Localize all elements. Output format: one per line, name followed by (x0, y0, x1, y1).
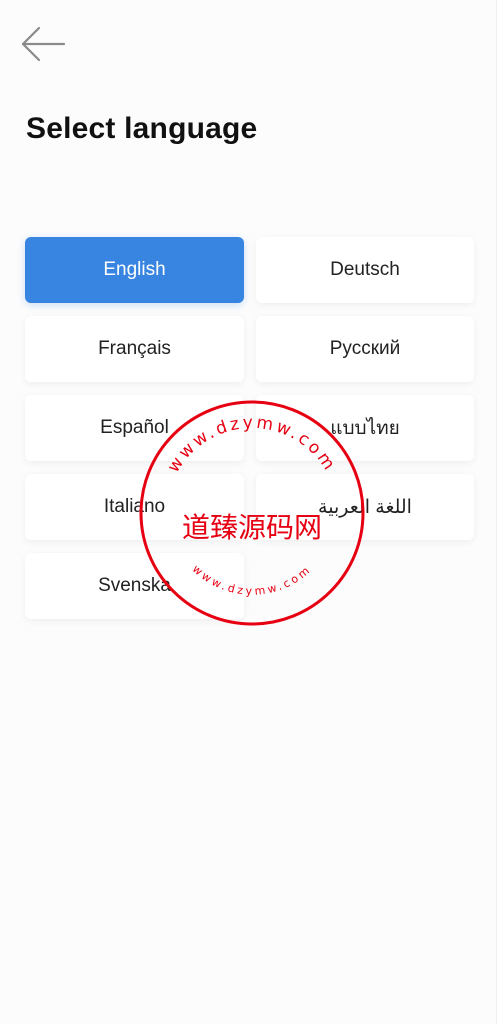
language-option-svenska[interactable]: Svenska (25, 553, 244, 619)
language-option-english[interactable]: English (25, 237, 244, 303)
language-select-screen: Select language English Deutsch Français… (0, 0, 497, 1024)
language-option-italiano[interactable]: Italiano (25, 474, 244, 540)
language-option-espanol[interactable]: Español (25, 395, 244, 461)
language-option-russian[interactable]: Русский (256, 316, 474, 382)
right-edge-strip (496, 0, 503, 1024)
language-option-arabic[interactable]: اللغة العربية (256, 474, 474, 540)
language-grid: English Deutsch Français Русский Español… (25, 237, 474, 619)
back-button[interactable] (20, 20, 76, 68)
language-option-francais[interactable]: Français (25, 316, 244, 382)
page-title: Select language (26, 112, 258, 145)
language-option-deutsch[interactable]: Deutsch (256, 237, 474, 303)
language-option-thai[interactable]: แบบไทย (256, 395, 474, 461)
arrow-left-icon (21, 26, 66, 62)
